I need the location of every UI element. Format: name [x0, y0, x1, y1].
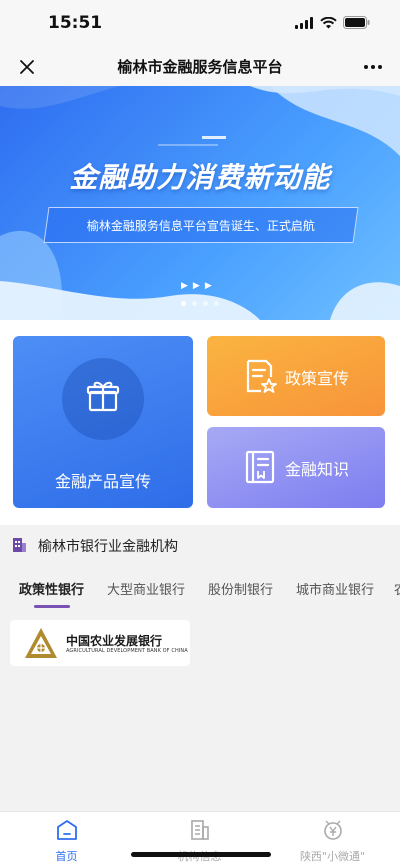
policy-promotion-tile[interactable]: 政策宣传 — [207, 336, 385, 416]
tab-city-commercial-banks[interactable]: 城市商业银行 — [296, 579, 374, 598]
book-icon — [245, 450, 275, 484]
carousel-dot[interactable] — [181, 301, 186, 306]
tab-large-commercial-banks[interactable]: 大型商业银行 — [107, 579, 185, 598]
status-icons — [295, 16, 370, 29]
active-tab-indicator — [34, 605, 70, 608]
institution-icon — [191, 820, 209, 840]
banner-subtitle: 榆林金融服务信息平台宣告诞生、正式启航 — [86, 218, 315, 233]
carousel-dot[interactable] — [214, 301, 219, 306]
wifi-icon — [320, 16, 337, 28]
banner-subtitle-box: 榆林金融服务信息平台宣告诞生、正式启航 — [43, 207, 359, 243]
bank-english-name: AGRICULTURAL DEVELOPMENT BANK OF CHINA — [66, 648, 188, 654]
promo-banner[interactable]: 金融助力消费新动能 榆林金融服务信息平台宣告诞生、正式启航 ▶▶▶ — [0, 86, 400, 320]
tab-rural-banks[interactable]: 农 — [394, 579, 400, 598]
yuan-coin-icon — [324, 820, 342, 840]
financial-products-label: 金融产品宣传 — [54, 472, 151, 491]
tab-joint-stock-banks[interactable]: 股份制银行 — [208, 579, 273, 598]
close-button[interactable] — [14, 54, 40, 80]
bank-card[interactable]: 中国农业发展银行 AGRICULTURAL DEVELOPMENT BANK O… — [10, 620, 190, 666]
banner-arrows: ▶▶▶ — [181, 281, 217, 291]
carousel-dot[interactable] — [192, 301, 197, 306]
bottom-nav-home[interactable]: 首页 — [0, 812, 133, 865]
status-time: 15:51 — [48, 13, 103, 33]
building-icon — [13, 538, 26, 552]
bottom-nav-xiaoweitong[interactable]: 陕西"小微通" — [266, 812, 399, 865]
close-icon — [20, 60, 34, 74]
bank-logo-icon — [25, 628, 57, 658]
more-button[interactable] — [360, 54, 386, 80]
battery-icon — [343, 16, 370, 29]
bank-name: 中国农业发展银行 — [66, 634, 163, 648]
banner-decoration-line — [158, 144, 218, 146]
home-indicator — [131, 852, 271, 857]
bottom-nav-institutions[interactable]: 机构信息 — [133, 812, 266, 865]
tab-policy-banks[interactable]: 政策性银行 — [19, 579, 84, 598]
financial-knowledge-label: 金融知识 — [285, 460, 350, 479]
banner-decoration-bar — [202, 136, 226, 139]
nav-bar: 榆林市金融服务信息平台 — [0, 46, 400, 86]
gift-icon — [86, 381, 120, 412]
more-icon — [364, 65, 382, 69]
policy-promotion-label: 政策宣传 — [285, 369, 350, 388]
carousel-indicator — [181, 301, 219, 306]
carousel-dot[interactable] — [203, 301, 208, 306]
section-header: 榆林市银行业金融机构 — [0, 525, 400, 565]
bottom-nav-xiaoweitong-label: 陕西"小微通" — [299, 850, 366, 863]
banner-headline: 金融助力消费新动能 — [69, 161, 331, 194]
status-bar: 15:51 — [0, 0, 400, 46]
financial-products-tile[interactable]: 金融产品宣传 — [13, 336, 193, 508]
home-icon — [57, 820, 77, 840]
financial-knowledge-tile[interactable]: 金融知识 — [207, 427, 385, 508]
feature-tiles: 金融产品宣传 政策宣传 金融知识 — [0, 320, 400, 525]
bottom-nav-home-label: 首页 — [55, 850, 78, 863]
bank-category-tabs: 政策性银行 大型商业银行 股份制银行 城市商业银行 农 — [0, 565, 400, 609]
section-title: 榆林市银行业金融机构 — [38, 539, 178, 555]
policy-document-icon — [246, 359, 277, 393]
page-title: 榆林市金融服务信息平台 — [117, 58, 283, 76]
signal-icon — [295, 16, 313, 29]
